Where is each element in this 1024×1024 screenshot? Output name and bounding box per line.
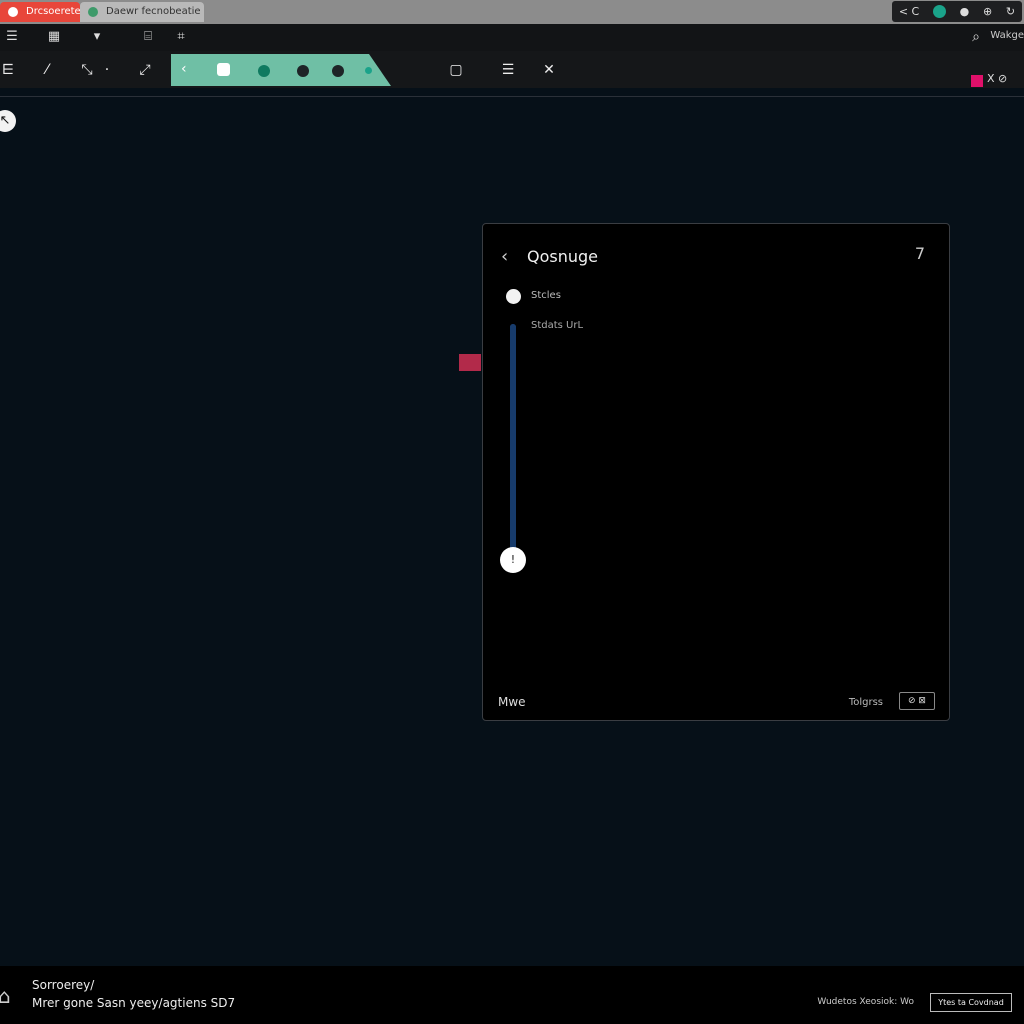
settings-panel: ‹ Qosnuge 7 Stcles Stdats UrL ! Mwe Tolg… (482, 223, 950, 721)
globe-icon[interactable]: ⊕ (983, 5, 992, 18)
option-sublabel: Stdats UrL (531, 320, 584, 331)
back-icon[interactable]: < C (899, 5, 919, 18)
slider-thumb[interactable]: ! (500, 547, 526, 573)
tab-app-icon (8, 7, 18, 17)
tab-daewr[interactable]: Daewr fecnobeatie (80, 2, 204, 22)
flag-icon[interactable] (971, 75, 983, 87)
status-line: Mrer gone Sasn yeey/agtiens SD7 (32, 996, 236, 1010)
grid-icon[interactable]: ▦ (45, 28, 63, 46)
rectangle-icon[interactable]: ▢ (446, 60, 466, 80)
color-dark-icon[interactable] (297, 65, 309, 77)
tab-app-icon (88, 7, 98, 17)
pen-icon[interactable]: ⁄ (37, 60, 57, 80)
save-icon[interactable] (217, 63, 230, 76)
right-tools[interactable]: X ⊘ (987, 72, 1007, 85)
slider-track[interactable] (510, 324, 516, 560)
droplet-icon[interactable] (365, 67, 372, 74)
home-icon[interactable]: ⌂ (0, 984, 11, 1008)
chevron-left-icon[interactable]: ‹ (181, 62, 193, 76)
status-title: Sorroerey/ (32, 978, 95, 992)
divider (0, 96, 1024, 97)
chevron-left-icon[interactable]: ‹ (501, 246, 508, 267)
panel-footer-button[interactable]: ⊘ ⊠ (899, 692, 935, 710)
side-handle[interactable] (459, 354, 481, 371)
status-bar: ⌂ Sorroerey/ Mrer gone Sasn yeey/agtiens… (0, 966, 1024, 1024)
layers-icon[interactable]: ⋿ (0, 60, 18, 80)
panel-footer-label: Mwe (498, 695, 526, 709)
active-tool-group: ‹ (171, 54, 391, 86)
tab-bar: Drcsoerete Daewr fecnobeatie < C ● ⊕ ↻ (0, 0, 1024, 24)
panel-corner-label[interactable]: 7 (915, 244, 925, 263)
option-label: Stcles (531, 290, 561, 301)
menu-icon[interactable]: ☰ (3, 28, 21, 46)
option-radio[interactable] (506, 289, 521, 304)
status-info: Wudetos Xeosiok: Wo (817, 997, 914, 1007)
close-icon[interactable]: ✕ (539, 60, 559, 80)
menu-bar: ☰ ▦ ▾ ⌸ ⌗ ⌕ Wakge (0, 24, 1024, 51)
record-icon[interactable]: ● (960, 5, 970, 18)
user-menu[interactable]: Wakge (990, 30, 1024, 41)
back-arrow-icon[interactable]: ↖ (0, 110, 16, 132)
system-tray: < C ● ⊕ ↻ (892, 1, 1022, 22)
image-icon[interactable]: ⌸ (139, 28, 157, 46)
color-green-icon[interactable] (258, 65, 270, 77)
refresh-icon[interactable]: ↻ (1006, 5, 1015, 18)
slider-fill (510, 324, 516, 560)
lasso-icon[interactable]: ⤢ (135, 60, 155, 80)
small-dot-icon[interactable]: · (97, 60, 117, 80)
status-button[interactable]: Ytes ta Covdnad (930, 993, 1012, 1012)
toolbar: ⋿ ⁄ ⤡ · ⤢ ▢ ☰ ✕ (0, 51, 1024, 88)
tab-label: Daewr fecnobeatie (106, 6, 201, 17)
panel-footer-link[interactable]: Tolgrss (849, 697, 883, 708)
color-black-icon[interactable] (332, 65, 344, 77)
search-icon[interactable]: ⌕ (972, 29, 980, 45)
crop-icon[interactable]: ⌗ (172, 28, 190, 46)
sync-icon[interactable] (932, 5, 946, 18)
chevron-down-icon[interactable]: ▾ (88, 28, 106, 46)
tab-label: Drcsoerete (26, 6, 80, 17)
panel-title: Qosnuge (527, 247, 598, 266)
tab-drcsoerete[interactable]: Drcsoerete (0, 2, 80, 22)
brush-icon[interactable]: ⤡ (77, 60, 97, 80)
list-icon[interactable]: ☰ (498, 60, 518, 80)
